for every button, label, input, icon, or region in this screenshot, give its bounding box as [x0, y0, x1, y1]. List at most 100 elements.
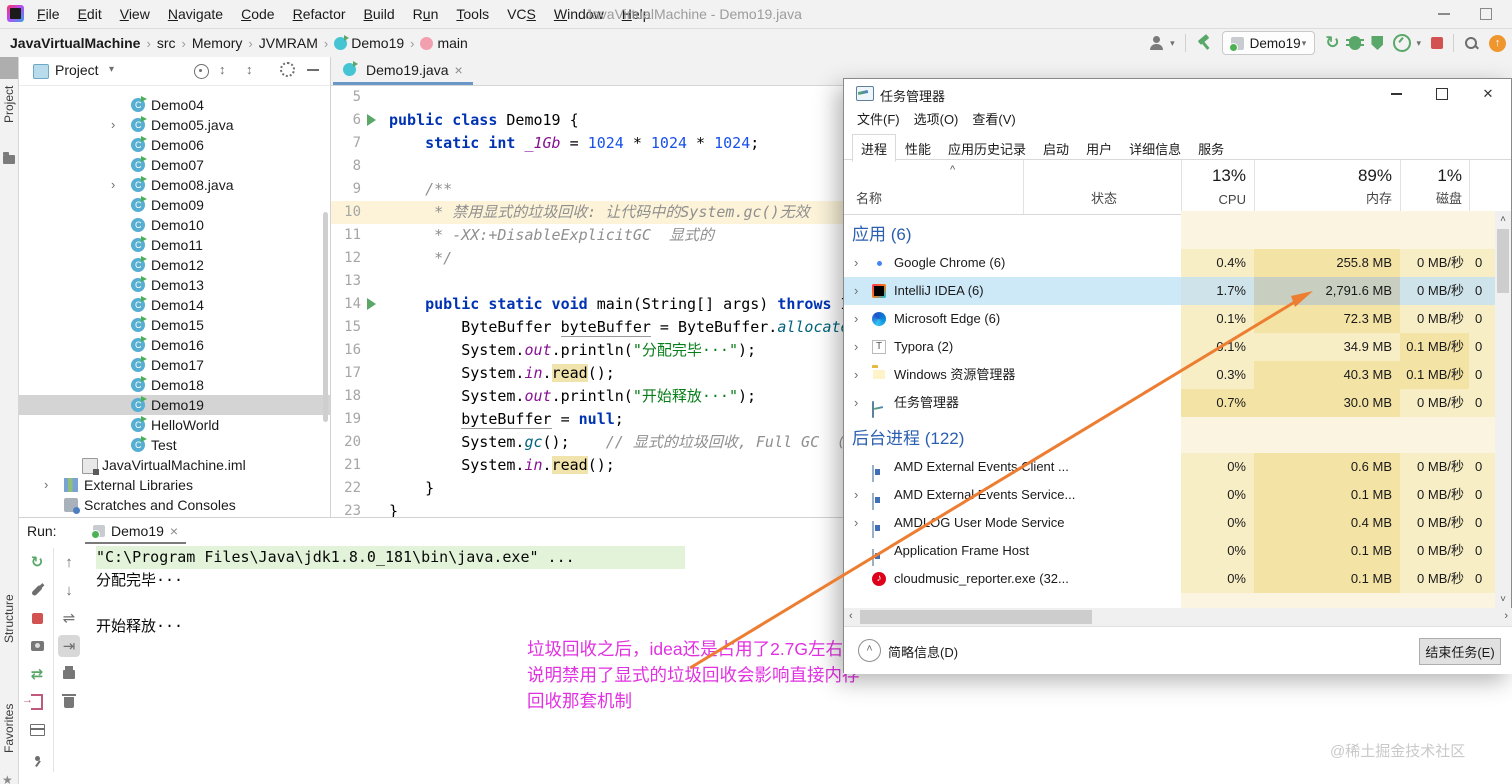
- tm-menu-V[interactable]: 查看(V): [972, 112, 1015, 127]
- column-cpu[interactable]: CPU: [1181, 192, 1246, 207]
- breadcrumb-item-src[interactable]: src: [157, 35, 176, 51]
- task-manager-titlebar[interactable]: 任务管理器 ✕: [844, 79, 1511, 109]
- search-icon[interactable]: [1464, 36, 1479, 51]
- close-icon[interactable]: ×: [455, 62, 463, 78]
- up-icon[interactable]: ↑: [58, 551, 80, 573]
- stop-icon[interactable]: [26, 607, 48, 629]
- process-row[interactable]: › Google Chrome (6) 0.4% 255.8 MB 0 MB/秒 0: [844, 249, 1497, 277]
- chevron-right-icon[interactable]: ›: [854, 333, 858, 361]
- process-row[interactable]: › Windows 资源管理器 0.3% 40.3 MB 0.1 MB/秒 0: [844, 361, 1497, 389]
- tree-item-demo15[interactable]: Demo15: [19, 315, 330, 335]
- tree-item-demo18[interactable]: Demo18: [19, 375, 330, 395]
- chevron-right-icon[interactable]: ›: [854, 481, 858, 509]
- menu-run[interactable]: Run: [404, 6, 448, 22]
- column-status[interactable]: 状态: [1091, 188, 1117, 207]
- print-icon[interactable]: [58, 663, 80, 685]
- column-memory[interactable]: 内存: [1254, 188, 1392, 207]
- process-row[interactable]: › 任务管理器 0.7% 30.0 MB 0 MB/秒 0: [844, 389, 1497, 418]
- maximize-icon[interactable]: [1419, 79, 1465, 109]
- console-tab-demo19[interactable]: Demo19 ×: [85, 519, 187, 544]
- collapse-all-icon[interactable]: ↕: [246, 62, 253, 77]
- softwrap-icon[interactable]: ⇌: [58, 607, 80, 629]
- debug-button[interactable]: [1346, 36, 1365, 50]
- menu-refactor[interactable]: Refactor: [284, 6, 355, 22]
- chevron-right-icon[interactable]: ›: [111, 115, 115, 135]
- update-notification-icon[interactable]: ↑: [1489, 34, 1506, 52]
- process-row[interactable]: AMD External Events Client ... 0% 0.6 MB 0 …: [844, 453, 1497, 482]
- horizontal-scrollbar[interactable]: ‹ ›: [844, 608, 1512, 626]
- menu-view[interactable]: View: [111, 6, 159, 22]
- tree-item-demo09[interactable]: Demo09: [19, 195, 330, 215]
- tm-tab-启动[interactable]: 启动: [1035, 135, 1077, 161]
- tree-item-javavirtualmachine-iml[interactable]: JavaVirtualMachine.iml: [19, 455, 330, 475]
- process-group-header[interactable]: 后台进程 (122): [844, 425, 1497, 453]
- tree-item-demo07[interactable]: Demo07: [19, 155, 330, 175]
- tree-item-scratches-and-consoles[interactable]: Scratches and Consoles: [19, 495, 330, 515]
- project-scrollbar[interactable]: [323, 212, 328, 422]
- scroll-down-icon[interactable]: ˅: [1495, 594, 1511, 605]
- end-task-button[interactable]: 结束任务(E): [1419, 638, 1501, 665]
- column-disk[interactable]: 磁盘: [1400, 188, 1462, 207]
- scrollend-icon[interactable]: ⇥: [58, 635, 80, 657]
- breadcrumb-item-jvmram[interactable]: JVMRAM: [259, 35, 318, 51]
- clear-icon[interactable]: [58, 691, 80, 713]
- column-name[interactable]: 名称: [856, 188, 882, 207]
- scroll-up-icon[interactable]: ˄: [1495, 214, 1511, 225]
- tree-item-demo08-java[interactable]: › Demo08.java: [19, 175, 330, 195]
- process-row[interactable]: ♪ cloudmusic_reporter.exe (32... 0% 0.1 MB 0…: [844, 565, 1497, 593]
- process-row[interactable]: › Microsoft Edge (6) 0.1% 72.3 MB 0 MB/秒 0: [844, 305, 1497, 333]
- breadcrumb-item-main[interactable]: main: [420, 35, 468, 51]
- process-row[interactable]: › IntelliJ IDEA (6) 1.7% 2,791.6 MB 0 MB/秒 0: [844, 277, 1497, 305]
- tm-tab-详细信息[interactable]: 详细信息: [1121, 135, 1189, 161]
- tm-tab-用户[interactable]: 用户: [1078, 135, 1120, 161]
- pin-icon[interactable]: [26, 747, 48, 769]
- tree-item-demo06[interactable]: Demo06: [19, 135, 330, 155]
- tree-item-demo16[interactable]: Demo16: [19, 335, 330, 355]
- user-icon[interactable]: [1149, 35, 1165, 51]
- breadcrumb-item-javavirtualmachine[interactable]: JavaVirtualMachine: [10, 35, 140, 51]
- scroll-left-icon[interactable]: ‹: [849, 610, 853, 622]
- process-row[interactable]: › AMD External Events Service... 0% 0.1 MB 0…: [844, 481, 1497, 510]
- chevron-up-circle-icon[interactable]: ˄: [858, 639, 881, 662]
- close-icon[interactable]: ×: [170, 523, 178, 539]
- chevron-right-icon[interactable]: ›: [44, 475, 48, 495]
- tool-window-structure[interactable]: Structure: [0, 587, 18, 667]
- process-group-header[interactable]: 应用 (6): [844, 221, 1497, 249]
- close-icon[interactable]: ✕: [1465, 79, 1511, 109]
- tree-item-external-libraries[interactable]: › External Libraries: [19, 475, 330, 495]
- restore-icon[interactable]: [1480, 4, 1495, 20]
- tree-item-demo04[interactable]: Demo04: [19, 95, 330, 115]
- menu-file[interactable]: File: [28, 6, 69, 22]
- chevron-right-icon[interactable]: ›: [854, 389, 858, 417]
- menu-vcs[interactable]: VCS: [498, 6, 545, 22]
- breadcrumb-item-memory[interactable]: Memory: [192, 35, 243, 51]
- chevron-right-icon[interactable]: ›: [111, 175, 115, 195]
- chevron-right-icon[interactable]: ›: [854, 509, 858, 537]
- gc-icon[interactable]: ⇄: [26, 663, 48, 685]
- menu-code[interactable]: Code: [232, 6, 283, 22]
- tm-tab-服务[interactable]: 服务: [1190, 135, 1232, 161]
- scrollbar-thumb[interactable]: [860, 610, 1092, 624]
- tree-item-test[interactable]: Test: [19, 435, 330, 455]
- profiler-button[interactable]: [1393, 34, 1412, 52]
- project-panel-title[interactable]: Project: [55, 62, 99, 78]
- vertical-scrollbar[interactable]: ˄ ˅: [1495, 211, 1511, 608]
- tree-item-demo19[interactable]: Demo19: [19, 395, 330, 415]
- run-configuration-select[interactable]: Demo19 ▾: [1221, 31, 1316, 55]
- tree-item-helloworld[interactable]: HelloWorld: [19, 415, 330, 435]
- tree-item-demo13[interactable]: Demo13: [19, 275, 330, 295]
- coverage-button[interactable]: [1371, 36, 1384, 50]
- down-icon[interactable]: ↓: [58, 579, 80, 601]
- exit-icon[interactable]: [22, 691, 48, 713]
- menu-build[interactable]: Build: [355, 6, 404, 22]
- tm-tab-进程[interactable]: 进程: [852, 134, 897, 162]
- console-output[interactable]: "C:\Program Files\Java\jdk1.8.0_181\bin\…: [96, 546, 685, 638]
- tree-item-demo14[interactable]: Demo14: [19, 295, 330, 315]
- run-button[interactable]: ↻: [1325, 34, 1339, 51]
- settings-icon[interactable]: [26, 579, 48, 601]
- snapshot-icon[interactable]: [26, 635, 48, 657]
- fewer-details-toggle[interactable]: 简略信息(D): [888, 642, 958, 661]
- process-row[interactable]: Application Frame Host 0% 0.1 MB 0 MB/秒 0: [844, 537, 1497, 566]
- tree-item-demo10[interactable]: Demo10: [19, 215, 330, 235]
- editor-tab-demo19[interactable]: Demo19.java ×: [333, 57, 473, 85]
